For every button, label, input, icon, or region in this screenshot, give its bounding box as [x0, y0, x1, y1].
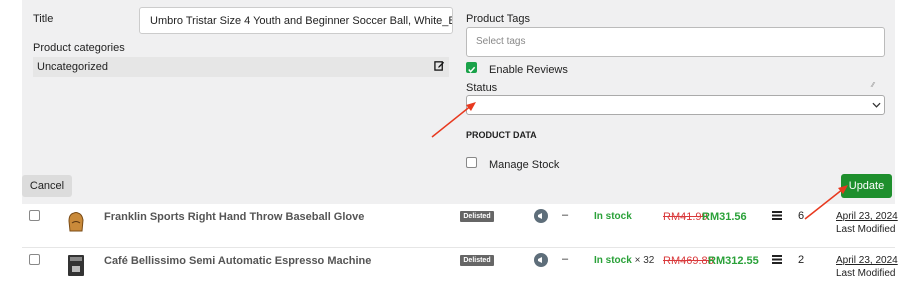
- tags-label: Product Tags: [466, 13, 531, 25]
- modified-date: April 23, 2024 Last Modified: [836, 254, 898, 280]
- new-price: RM312.55: [708, 255, 759, 267]
- enable-reviews-label: Enable Reviews: [489, 64, 568, 76]
- sku-dash: –: [562, 253, 569, 265]
- checkmark-icon: [468, 66, 476, 73]
- menu-icon[interactable]: [772, 255, 782, 264]
- enable-reviews-checkbox[interactable]: [466, 62, 477, 73]
- chevron-down-icon: [872, 102, 881, 108]
- megaphone-icon[interactable]: [534, 253, 548, 267]
- status-select[interactable]: [466, 95, 885, 115]
- old-price: RM41.99: [663, 211, 708, 223]
- category-value: Uncategorized: [37, 61, 108, 73]
- annotation-arrow-icon: [431, 102, 476, 138]
- categories-label: Product categories: [33, 42, 125, 54]
- category-selector[interactable]: Uncategorized: [33, 57, 449, 77]
- stock-status: In stock: [594, 211, 632, 222]
- manage-stock-checkbox[interactable]: [466, 157, 477, 168]
- old-price: RM469.88: [663, 255, 714, 267]
- tags-input[interactable]: Select tags: [466, 27, 885, 57]
- resize-handle-icon[interactable]: ⁄⁄: [872, 82, 874, 89]
- row-checkbox[interactable]: [29, 210, 40, 221]
- manage-stock-label: Manage Stock: [489, 159, 560, 171]
- status-badge: Delisted: [460, 255, 494, 266]
- row-checkbox[interactable]: [29, 254, 40, 265]
- stock-status: In stock × 32: [594, 255, 654, 266]
- title-label: Title: [33, 13, 54, 25]
- sku-dash: –: [562, 209, 569, 221]
- status-label: Status: [466, 82, 498, 94]
- baseball-glove-thumbnail: [68, 212, 84, 232]
- menu-icon[interactable]: [772, 211, 782, 220]
- new-price: RM31.56: [702, 211, 747, 223]
- date-value: April 23, 2024: [836, 255, 898, 266]
- annotation-arrow-icon: [804, 185, 848, 220]
- title-input[interactable]: Umbro Tristar Size 4 Youth and Beginner …: [139, 7, 453, 34]
- megaphone-icon[interactable]: [534, 209, 548, 223]
- stock-label: In stock: [594, 211, 632, 222]
- date-note: Last Modified: [836, 268, 896, 279]
- stock-label: In stock: [594, 255, 632, 266]
- stock-qty: × 32: [634, 255, 655, 266]
- cancel-button[interactable]: Cancel: [22, 175, 72, 197]
- sales-count: 2: [798, 254, 805, 266]
- table-row: Café Bellissimo Semi Automatic Espresso …: [22, 247, 898, 290]
- date-note: Last Modified: [836, 224, 896, 235]
- espresso-machine-thumbnail: [68, 255, 84, 276]
- status-badge: Delisted: [460, 211, 494, 222]
- edit-icon[interactable]: [434, 60, 445, 71]
- product-name[interactable]: Franklin Sports Right Hand Throw Basebal…: [104, 211, 364, 223]
- product-name[interactable]: Café Bellissimo Semi Automatic Espresso …: [104, 255, 371, 267]
- table-row: Franklin Sports Right Hand Throw Basebal…: [22, 204, 898, 247]
